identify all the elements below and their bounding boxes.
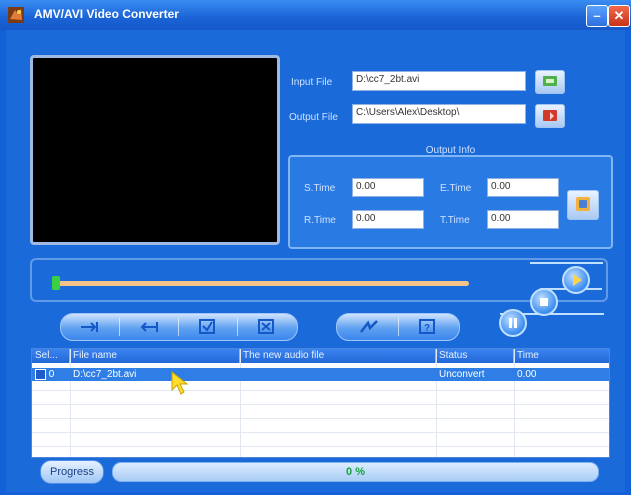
grid-line	[32, 404, 609, 405]
edit-controls-bar	[60, 313, 298, 341]
table-row[interactable]: 0 D:\cc7_2bt.avi Unconvert 0.00	[32, 368, 609, 381]
select-all-button[interactable]	[179, 314, 235, 340]
input-file-field[interactable]: D:\cc7_2bt.avi	[352, 71, 526, 91]
decor-line	[530, 262, 603, 264]
seek-panel	[30, 258, 608, 302]
row-select-value: 0	[48, 369, 55, 380]
minimize-icon: –	[593, 8, 601, 23]
input-browse-button[interactable]	[535, 70, 565, 94]
stop-icon	[540, 298, 548, 306]
grid-line	[32, 446, 609, 447]
rtime-field[interactable]: 0.00	[352, 210, 424, 229]
row-select-cell[interactable]: 0	[32, 368, 70, 381]
play-icon	[573, 274, 582, 286]
grid-line	[70, 349, 71, 457]
svg-text:?: ?	[424, 323, 430, 334]
play-button[interactable]	[562, 266, 590, 294]
remove-button[interactable]	[238, 314, 294, 340]
checkbox-checked-icon	[199, 319, 215, 334]
remove-icon	[258, 319, 274, 334]
folder-open-icon	[543, 76, 557, 86]
pause-button[interactable]	[499, 309, 527, 337]
stop-button[interactable]	[530, 288, 558, 316]
output-browse-button[interactable]	[535, 104, 565, 128]
seek-track[interactable]	[55, 281, 469, 286]
set-start-icon	[81, 322, 98, 332]
seek-slider-handle[interactable]	[52, 276, 60, 290]
stime-field[interactable]: 0.00	[352, 178, 424, 197]
ttime-field[interactable]: 0.00	[487, 210, 559, 229]
close-button[interactable]: ✕	[608, 5, 630, 27]
rtime-label: R.Time	[304, 215, 336, 226]
column-header-file-name[interactable]: File name	[70, 349, 240, 363]
progress-bar: 0 %	[112, 462, 599, 482]
file-list-table: Sel... File name The new audio file Stat…	[31, 348, 610, 458]
column-header-time[interactable]: Time	[514, 349, 609, 363]
grid-line	[436, 349, 437, 457]
ttime-label: T.Time	[440, 215, 470, 226]
output-file-label: Output File	[289, 112, 338, 123]
app-window: AMV/AVI Video Converter – ✕ Input File D…	[0, 0, 631, 495]
grid-line	[32, 390, 609, 391]
convert-controls-bar: ?	[336, 313, 460, 341]
input-file-label: Input File	[291, 77, 333, 88]
etime-label: E.Time	[440, 183, 472, 194]
help-icon: ?	[419, 319, 435, 334]
stime-label: S.Time	[304, 183, 336, 194]
close-icon: ✕	[613, 8, 625, 23]
column-header-status[interactable]: Status	[436, 349, 514, 363]
convert-icon	[360, 320, 378, 333]
help-button[interactable]: ?	[399, 314, 455, 340]
row-file-name: D:\cc7_2bt.avi	[73, 369, 137, 380]
set-end-button[interactable]	[120, 314, 176, 340]
output-info-header: Output Info	[425, 145, 476, 156]
title-bar: AMV/AVI Video Converter – ✕	[0, 0, 631, 30]
etime-field[interactable]: 0.00	[487, 178, 559, 197]
row-status: Unconvert	[439, 369, 485, 380]
convert-button[interactable]	[341, 314, 397, 340]
grid-line	[240, 349, 241, 457]
window-title: AMV/AVI Video Converter	[34, 7, 179, 21]
row-time: 0.00	[517, 369, 537, 380]
column-header-new-audio[interactable]: The new audio file	[240, 349, 436, 363]
row-new-audio-file	[240, 368, 436, 381]
settings-button[interactable]	[567, 190, 599, 220]
grid-line	[32, 432, 609, 433]
grid-line	[514, 349, 515, 457]
output-file-field[interactable]: C:\Users\Alex\Desktop\	[352, 104, 526, 124]
row-checkbox[interactable]	[35, 368, 46, 380]
column-header-select[interactable]: Sel...	[32, 349, 70, 363]
grid-line	[32, 418, 609, 419]
app-logo-icon	[7, 6, 25, 24]
progress-text: 0 %	[346, 466, 365, 478]
minimize-button[interactable]: –	[586, 5, 608, 27]
mouse-cursor-icon	[170, 370, 190, 399]
pause-icon	[509, 318, 517, 328]
settings-wrench-icon	[576, 197, 590, 211]
video-preview	[30, 55, 280, 245]
set-start-button[interactable]	[61, 314, 117, 340]
progress-button[interactable]: Progress	[40, 460, 104, 484]
output-info-panel: Output Info	[288, 145, 613, 249]
table-header: Sel... File name The new audio file Stat…	[32, 349, 609, 363]
set-end-icon	[140, 322, 158, 332]
folder-save-icon	[543, 110, 557, 121]
